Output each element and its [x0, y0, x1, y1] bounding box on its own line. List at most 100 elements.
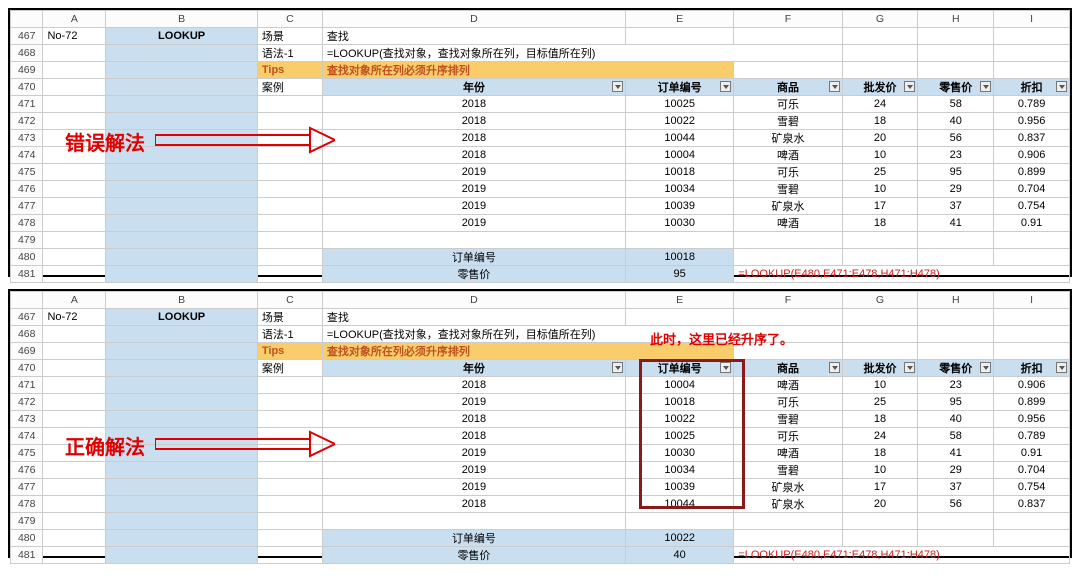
col-B[interactable]: B [106, 11, 258, 28]
row-number[interactable]: 481 [11, 547, 43, 564]
row-number[interactable]: 476 [11, 462, 43, 479]
cell[interactable] [918, 232, 994, 249]
table-header[interactable]: 零售价 [918, 360, 994, 377]
cell[interactable] [842, 62, 918, 79]
row-number[interactable]: 467 [11, 28, 43, 45]
cell-tips-label[interactable]: Tips [257, 62, 322, 79]
col-A[interactable]: A [43, 11, 106, 28]
row-number[interactable]: 477 [11, 479, 43, 496]
cell[interactable] [257, 496, 322, 513]
table-cell[interactable]: 0.91 [994, 215, 1070, 232]
table-cell[interactable]: 啤酒 [734, 445, 842, 462]
cell[interactable] [734, 249, 842, 266]
cell[interactable] [842, 326, 918, 343]
table-cell[interactable]: 17 [842, 479, 918, 496]
cell[interactable] [43, 428, 106, 445]
filter-icon[interactable] [904, 362, 915, 373]
cell-C468[interactable]: 语法-1 [257, 326, 322, 343]
table-cell[interactable]: 2019 [322, 462, 625, 479]
table-cell[interactable]: 37 [918, 479, 994, 496]
table-cell[interactable]: 24 [842, 96, 918, 113]
cell[interactable] [918, 343, 994, 360]
cell[interactable] [257, 377, 322, 394]
cell[interactable] [322, 232, 625, 249]
row-number[interactable]: 475 [11, 445, 43, 462]
table-cell[interactable]: 2018 [322, 130, 625, 147]
table-cell[interactable]: 18 [842, 445, 918, 462]
cell[interactable] [106, 411, 258, 428]
table-cell[interactable]: 10 [842, 147, 918, 164]
table-cell[interactable]: 18 [842, 113, 918, 130]
col-G[interactable]: G [842, 292, 918, 309]
table-cell[interactable]: 0.956 [994, 113, 1070, 130]
cell[interactable] [734, 309, 842, 326]
cell[interactable] [994, 309, 1070, 326]
cell[interactable] [106, 215, 258, 232]
table-cell[interactable]: 10004 [626, 147, 734, 164]
table-cell[interactable]: 29 [918, 462, 994, 479]
filter-icon[interactable] [829, 81, 840, 92]
cell[interactable] [106, 530, 258, 547]
cell[interactable] [257, 232, 322, 249]
table-cell[interactable]: 2019 [322, 215, 625, 232]
row-number[interactable]: 469 [11, 62, 43, 79]
cell[interactable] [106, 164, 258, 181]
cell[interactable] [43, 79, 106, 96]
table-cell[interactable]: 10044 [626, 130, 734, 147]
cell[interactable] [43, 96, 106, 113]
table-cell[interactable]: 2019 [322, 164, 625, 181]
cell[interactable] [994, 45, 1070, 62]
row-number[interactable]: 471 [11, 377, 43, 394]
filter-icon[interactable] [720, 81, 731, 92]
cell[interactable] [106, 377, 258, 394]
cell[interactable] [257, 462, 322, 479]
table-cell[interactable]: 0.789 [994, 96, 1070, 113]
row-number[interactable]: 478 [11, 215, 43, 232]
table-cell[interactable]: 0.837 [994, 496, 1070, 513]
col-H[interactable]: H [918, 11, 994, 28]
table-cell[interactable]: 10030 [626, 215, 734, 232]
cell[interactable] [918, 309, 994, 326]
result-label[interactable]: 零售价 [322, 266, 625, 283]
result-label[interactable]: 零售价 [322, 547, 625, 564]
table-cell[interactable]: 0.899 [994, 164, 1070, 181]
table-cell[interactable]: 矿泉水 [734, 479, 842, 496]
table-cell[interactable]: 2019 [322, 198, 625, 215]
table-cell[interactable]: 0.956 [994, 411, 1070, 428]
table-cell[interactable]: 雪碧 [734, 411, 842, 428]
col-D[interactable]: D [322, 11, 625, 28]
cell[interactable] [43, 198, 106, 215]
sort-asc-icon[interactable] [720, 362, 731, 373]
table-cell[interactable]: 2018 [322, 113, 625, 130]
cell[interactable] [842, 232, 918, 249]
cell[interactable] [43, 326, 106, 343]
table-cell[interactable]: 10039 [626, 198, 734, 215]
cell-B467[interactable]: LOOKUP [106, 28, 258, 45]
table-cell[interactable]: 0.899 [994, 394, 1070, 411]
row-number[interactable]: 473 [11, 130, 43, 147]
table-header[interactable]: 商品 [734, 360, 842, 377]
cell[interactable] [734, 513, 842, 530]
row-number[interactable]: 479 [11, 513, 43, 530]
table-cell[interactable]: 10034 [626, 462, 734, 479]
row-number[interactable]: 476 [11, 181, 43, 198]
cell[interactable] [43, 496, 106, 513]
filter-icon[interactable] [980, 81, 991, 92]
table-cell[interactable]: 矿泉水 [734, 198, 842, 215]
cell[interactable] [106, 232, 258, 249]
row-number[interactable]: 474 [11, 147, 43, 164]
table-cell[interactable]: 可乐 [734, 96, 842, 113]
col-E[interactable]: E [626, 11, 734, 28]
filter-icon[interactable] [612, 362, 623, 373]
table-header[interactable]: 年份 [322, 79, 625, 96]
cell-C467[interactable]: 场景 [257, 28, 322, 45]
cell[interactable] [626, 28, 734, 45]
cell-D467[interactable]: 查找 [322, 28, 625, 45]
cell[interactable] [994, 28, 1070, 45]
cell[interactable] [43, 479, 106, 496]
cell[interactable] [734, 28, 842, 45]
cell[interactable] [257, 513, 322, 530]
table-cell[interactable]: 10 [842, 377, 918, 394]
cell[interactable] [734, 232, 842, 249]
cell[interactable] [43, 249, 106, 266]
